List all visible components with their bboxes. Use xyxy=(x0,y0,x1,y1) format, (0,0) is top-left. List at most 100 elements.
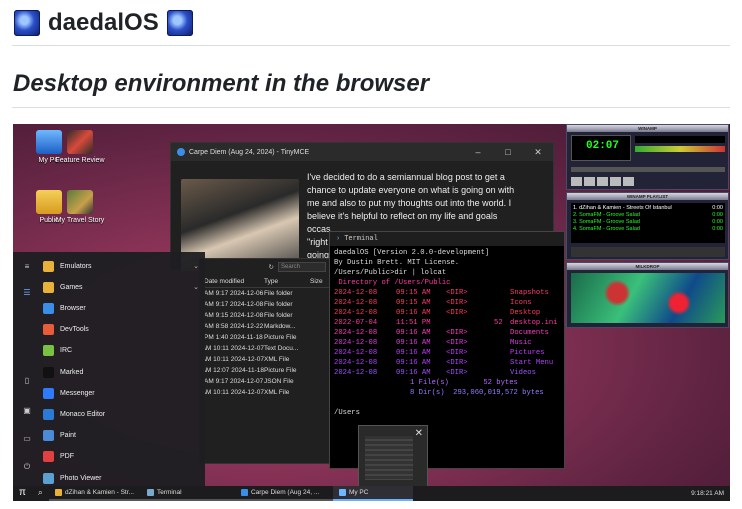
start-menu[interactable]: ≡ ☰ ▯ ▣ ▭ ⏻ Emulators ⌄ Games ⌄ Browser DevTo… xyxy=(13,252,205,488)
playlist-item[interactable]: 3. SomaFM - Groove Salad 0:00 xyxy=(573,219,723,226)
explorer-file-row[interactable]: 2024-12-07 9:17 AM JSON File xyxy=(200,376,330,387)
terminal-line: daedalOS [Version 2.0.0-development] xyxy=(334,249,490,257)
editor-line: me and also to put my thoughts out into … xyxy=(307,198,512,208)
explorer-file-row[interactable]: 2024-12-07 10:11 AMXML File xyxy=(200,354,330,365)
documents-icon[interactable]: ▯ xyxy=(22,376,32,386)
playlist-item-duration: 0:00 xyxy=(712,205,723,211)
playlist-item[interactable]: 2. SomaFM - Groove Salad 0:00 xyxy=(573,212,723,219)
winamp-titlebar[interactable]: WINAMP xyxy=(567,125,728,132)
start-menu-item[interactable]: Messenger xyxy=(43,385,199,401)
pause-button[interactable] xyxy=(597,177,608,186)
previous-button[interactable] xyxy=(571,177,582,186)
stop-button[interactable] xyxy=(610,177,621,186)
explorer-header-row: Date modified Type Size xyxy=(200,275,330,288)
winamp-playlist-list[interactable]: 1. dZihan & Kamien - Streets Of Istanbul… xyxy=(571,203,725,243)
refresh-icon[interactable]: ↻ xyxy=(269,263,274,271)
start-menu-item-label: Emulators xyxy=(60,262,92,270)
close-button[interactable]: ✕ xyxy=(523,147,553,158)
column-header-size[interactable]: Size xyxy=(310,278,323,285)
taskbar-preview-popup[interactable]: ✕ xyxy=(358,425,428,487)
explorer-file-row[interactable]: 2024-12-06 9:17 AM File folder xyxy=(200,288,330,299)
folder-icon xyxy=(43,260,54,272)
dir-date: 2022-07-04 xyxy=(334,319,378,327)
terminal-prompt[interactable]: /Users xyxy=(330,408,564,418)
file-type: File folder xyxy=(264,312,293,319)
next-button[interactable] xyxy=(623,177,634,186)
milkdrop-titlebar[interactable]: MILKDROP xyxy=(567,263,728,270)
terminal-dir-row: 2024-12-08 09:16 AM <DIR> Videos xyxy=(330,368,564,378)
explorer-file-row[interactable]: 2024-12-07 10:11 AMXML File xyxy=(200,387,330,398)
search-icon[interactable]: ⌕ xyxy=(32,486,49,501)
start-menu-item[interactable]: Paint xyxy=(43,428,199,444)
explorer-file-row[interactable]: 2024-12-07 10:11 AMText Docu... xyxy=(200,343,330,354)
explorer-file-row[interactable]: 2024-12-08 9:17 AM File folder xyxy=(200,299,330,310)
start-button[interactable]: π xyxy=(13,486,32,501)
videos-icon[interactable]: ▭ xyxy=(22,434,32,444)
file-type: Picture File xyxy=(264,367,297,374)
taskbar-item[interactable]: dZihan & Kamien - Str... xyxy=(48,486,141,501)
column-header-modified[interactable]: Date modified xyxy=(204,278,264,285)
hamburger-icon[interactable]: ≡ xyxy=(22,262,32,272)
playlist-item-duration: 0:00 xyxy=(712,226,723,232)
chevron-down-icon[interactable]: ⌄ xyxy=(193,262,199,270)
taskbar-item-label: dZihan & Kamien - Str... xyxy=(64,489,134,496)
pictures-icon[interactable]: ▣ xyxy=(22,406,32,416)
explorer-file-row[interactable]: 2024-12-08 9:15 AM File folder xyxy=(200,310,330,321)
playlist-item-duration: 0:00 xyxy=(712,219,723,225)
start-menu-item[interactable]: Marked xyxy=(43,364,199,380)
winamp-playlist-titlebar[interactable]: WINAMP PLAYLIST xyxy=(567,193,728,200)
start-menu-item[interactable]: Monaco Editor xyxy=(43,406,199,422)
playlist-item-title: 4. SomaFM - Groove Salad xyxy=(573,226,640,232)
dir-date: 2024-12-08 xyxy=(334,339,378,347)
start-menu-item-label: Browser xyxy=(60,304,86,312)
milkdrop-window[interactable]: MILKDROP xyxy=(566,262,729,328)
start-menu-item[interactable]: PDF xyxy=(43,449,199,465)
taskbar-item[interactable]: Carpe Diem (Aug 24, ... xyxy=(234,486,333,501)
start-menu-item-label: Games xyxy=(60,283,83,291)
start-menu-item[interactable]: Emulators ⌄ xyxy=(43,258,199,274)
terminal-output[interactable]: daedalOS [Version 2.0.0-development] By … xyxy=(330,246,564,418)
playlist-item[interactable]: 4. SomaFM - Groove Salad 0:00 xyxy=(573,226,723,233)
explorer-file-row[interactable]: 2024-12-22 8:58 AM Markdow... xyxy=(200,321,330,332)
minimize-button[interactable]: – xyxy=(463,147,493,158)
taskbar-item[interactable]: Terminal xyxy=(140,486,235,501)
daedalos-logo-icon xyxy=(14,10,40,36)
start-menu-item[interactable]: Games ⌄ xyxy=(43,279,199,295)
dir-date: 2024-12-08 xyxy=(334,369,378,377)
desktop-screenshot: My PC Feature Review Public My Travel St… xyxy=(13,124,730,501)
play-button[interactable] xyxy=(584,177,595,186)
file-modified: 2024-12-07 10:11 AM xyxy=(204,356,264,363)
winamp-playlist-window[interactable]: WINAMP PLAYLIST 1. dZihan & Kamien - Str… xyxy=(566,192,729,260)
window-titlebar[interactable]: › Terminal xyxy=(330,232,564,246)
explorer-file-row[interactable]: 2024-11-18 12:07 AMPicture File xyxy=(200,365,330,376)
column-header-type[interactable]: Type xyxy=(264,278,310,285)
start-menu-item[interactable]: IRC xyxy=(43,343,199,359)
file-type: Text Docu... xyxy=(264,345,299,352)
taskbar-item[interactable]: My PC xyxy=(332,486,413,501)
maximize-button[interactable]: □ xyxy=(493,147,523,158)
winamp-main-window[interactable]: WINAMP 02:07 xyxy=(566,124,729,190)
search-input[interactable]: Search xyxy=(278,262,326,272)
winamp-seek-bar[interactable] xyxy=(571,167,725,172)
file-modified: 2024-11-18 12:07 AM xyxy=(204,367,264,374)
taskbar-clock[interactable]: 9:18:21 AM xyxy=(691,490,730,497)
paint-icon xyxy=(43,430,54,442)
explorer-file-row[interactable]: 2024-11-18 1:40 PM Picture File xyxy=(200,332,330,343)
start-menu-item[interactable]: Photo Viewer xyxy=(43,470,199,486)
monaco-editor-icon xyxy=(43,408,54,420)
explorer-rows: 2024-12-06 9:17 AM File folder 2024-12-08 … xyxy=(200,288,330,398)
start-menu-item[interactable]: Browser xyxy=(43,300,199,316)
taskbar-items: dZihan & Kamien - Str... Terminal Carpe Di… xyxy=(48,486,413,501)
playlist-item[interactable]: 1. dZihan & Kamien - Streets Of Istanbul… xyxy=(573,205,723,212)
chevron-down-icon[interactable]: ⌄ xyxy=(193,283,199,291)
desktop-icon-feature-review[interactable]: Feature Review xyxy=(52,130,108,165)
winamp-playlist-controls[interactable] xyxy=(571,247,725,257)
power-icon[interactable]: ⏻ xyxy=(22,462,32,472)
window-titlebar[interactable]: Carpe Diem (Aug 24, 2024) - TinyMCE – □ … xyxy=(171,143,553,161)
file-explorer-window[interactable]: ↻ Search Date modified Type Size 2024-12… xyxy=(199,258,331,464)
close-icon[interactable]: ✕ xyxy=(415,428,423,439)
winamp-volume-slider[interactable] xyxy=(635,146,725,152)
start-menu-item[interactable]: DevTools xyxy=(43,322,199,338)
desktop-icon-my-travel-story[interactable]: My Travel Story xyxy=(52,190,108,225)
all-apps-icon[interactable]: ☰ xyxy=(22,288,32,298)
